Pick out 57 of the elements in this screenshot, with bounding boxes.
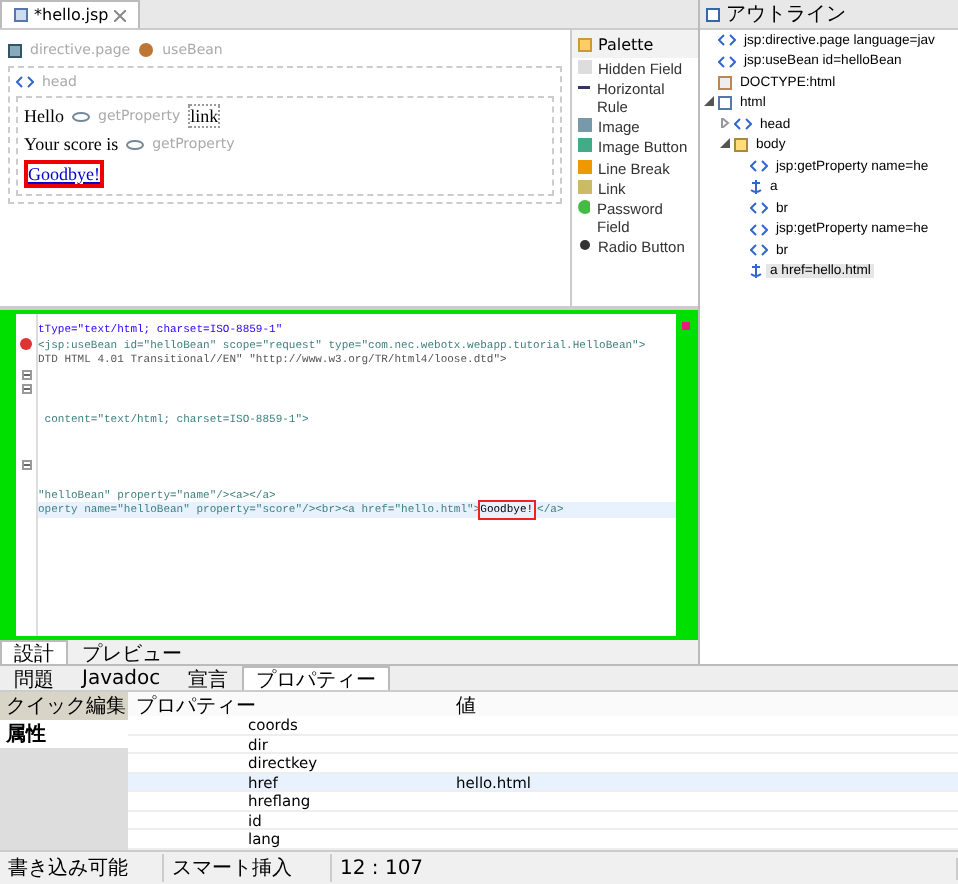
palette-icon xyxy=(578,37,592,51)
body-text: Your score is xyxy=(24,134,119,154)
column-header: プロパティー xyxy=(134,693,258,718)
fold-icon[interactable] xyxy=(21,459,31,470)
fold-icon[interactable] xyxy=(21,384,31,395)
document-icon xyxy=(718,75,732,90)
radio-icon xyxy=(578,238,592,253)
break-icon xyxy=(578,159,592,174)
tree-toggle[interactable] xyxy=(720,117,730,132)
view-tab[interactable]: 宣言 xyxy=(174,666,243,690)
goodbye-link[interactable]: Goodbye! xyxy=(24,160,104,188)
status-text: 書き込み可能 xyxy=(0,854,164,882)
view-tab[interactable]: Javadoc xyxy=(68,666,175,690)
page-icon xyxy=(718,96,732,111)
mode-tab[interactable]: プレビュー xyxy=(68,640,196,664)
palette-title: Palette xyxy=(598,35,654,53)
tag-icon xyxy=(750,244,768,257)
tree-toggle[interactable] xyxy=(720,138,730,153)
close-icon[interactable] xyxy=(114,9,127,21)
link-text[interactable]: link xyxy=(188,104,221,128)
outline-title: アウトライン xyxy=(726,2,846,28)
field-icon xyxy=(578,59,592,73)
view-tab[interactable]: プロパティー xyxy=(242,666,391,690)
side-tab[interactable]: 属性 xyxy=(0,720,128,748)
directive-icon xyxy=(8,43,22,57)
page-icon xyxy=(734,138,748,153)
collapsed-arrow-icon[interactable] xyxy=(720,117,730,128)
tag-icon xyxy=(750,202,768,215)
tag-icon xyxy=(750,160,768,173)
eye-icon xyxy=(126,139,145,149)
error-icon xyxy=(20,338,32,351)
link-icon xyxy=(578,179,592,194)
mode-tab[interactable]: 設計 xyxy=(0,640,68,664)
tag-icon xyxy=(734,118,752,131)
tag-icon xyxy=(718,55,736,68)
body-text: Hello xyxy=(24,106,64,126)
view-tab[interactable]: 問題 xyxy=(0,666,68,690)
side-tab[interactable]: クイック編集 xyxy=(0,692,128,720)
status-text: スマート挿入 xyxy=(164,854,332,882)
eye-icon xyxy=(72,111,90,121)
file-icon xyxy=(14,8,28,22)
fold-icon[interactable] xyxy=(21,369,31,380)
bean-icon xyxy=(138,42,155,58)
expanded-arrow-icon[interactable] xyxy=(704,96,714,107)
tag-icon xyxy=(750,223,768,236)
error-marker-icon xyxy=(681,322,689,330)
column-header: 値 xyxy=(454,694,478,720)
password-icon xyxy=(578,199,591,214)
tag-icon xyxy=(16,76,34,88)
anchor-icon xyxy=(750,264,762,279)
expanded-arrow-icon[interactable] xyxy=(720,138,730,149)
anchor-icon xyxy=(750,180,762,195)
tree-toggle[interactable] xyxy=(704,96,714,111)
tag-icon xyxy=(718,34,736,47)
editor-tab[interactable]: *hello.jsp xyxy=(0,0,141,28)
status-text: 12 : 107 xyxy=(332,857,958,879)
outline-icon xyxy=(706,7,720,21)
